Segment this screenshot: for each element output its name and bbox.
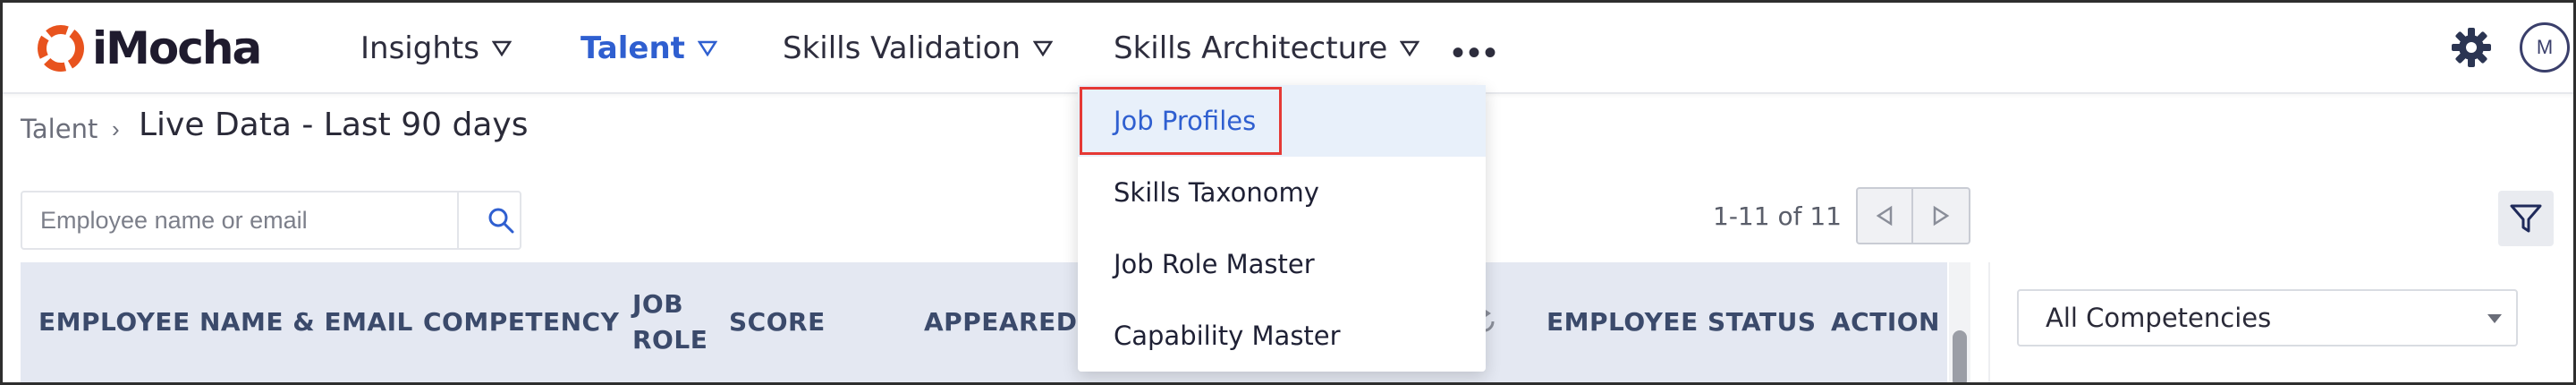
breadcrumb-separator: ›: [112, 116, 120, 142]
funnel-icon: [2510, 204, 2542, 233]
column-header-competency[interactable]: COMPETENCY: [423, 307, 619, 337]
menu-item-job-profiles[interactable]: Job Profiles: [1078, 85, 1486, 157]
pagination-summary: 1-11 of 11: [1713, 201, 1842, 231]
menu-item-label: Job Role Master: [1114, 249, 1315, 279]
search-icon[interactable]: [487, 207, 514, 234]
search-input[interactable]: [40, 192, 452, 248]
column-header-job[interactable]: JOB: [632, 289, 683, 319]
triangle-right-icon: [1933, 205, 1950, 227]
page-title: Live Data - Last 90 days: [139, 107, 529, 143]
competency-select-value: All Competencies: [2046, 303, 2272, 333]
column-header-action[interactable]: ACTION: [1831, 307, 1940, 337]
gear-icon[interactable]: [2450, 26, 2493, 69]
nav-skills-validation[interactable]: Skills Validation: [783, 28, 1054, 69]
menu-item-skills-taxonomy[interactable]: Skills Taxonomy: [1078, 157, 1486, 228]
column-header-score[interactable]: SCORE: [729, 307, 826, 337]
breadcrumb-parent[interactable]: Talent: [21, 114, 97, 144]
nav-insights-label: Insights: [360, 30, 479, 66]
column-header-employee-status[interactable]: EMPLOYEE STATUS: [1546, 307, 1817, 337]
competency-select[interactable]: All Competencies: [2017, 289, 2518, 346]
chevron-down-icon: [2487, 314, 2502, 323]
menu-item-capability-master[interactable]: Capability Master: [1078, 300, 1486, 372]
nav-skills-validation-label: Skills Validation: [783, 30, 1021, 66]
user-avatar[interactable]: M: [2520, 22, 2570, 73]
triangle-left-icon: [1876, 205, 1893, 227]
column-header-employee[interactable]: EMPLOYEE NAME & EMAIL: [38, 307, 413, 337]
next-page-button[interactable]: [1913, 187, 1970, 244]
table-scrollbar[interactable]: [1949, 262, 1970, 382]
scrollbar-thumb[interactable]: [1953, 330, 1967, 382]
column-header-role[interactable]: ROLE: [632, 325, 708, 355]
right-filter-panel: All Competencies: [1988, 262, 2573, 382]
brand-name: iMocha: [92, 22, 262, 74]
app-window: iMocha Insights Talent Skills Validation…: [0, 0, 2576, 385]
chevron-down-icon: [1400, 40, 1420, 56]
menu-item-label: Capability Master: [1114, 321, 1341, 351]
nav-skills-architecture[interactable]: Skills Architecture: [1114, 28, 1420, 69]
imocha-logo-icon: [38, 25, 84, 72]
top-nav-bar: iMocha Insights Talent Skills Validation…: [3, 3, 2573, 94]
search-divider: [457, 192, 459, 248]
chevron-down-icon: [697, 40, 717, 56]
menu-item-job-role-master[interactable]: Job Role Master: [1078, 228, 1486, 300]
nav-talent[interactable]: Talent: [580, 28, 717, 69]
filter-button[interactable]: [2498, 191, 2554, 246]
table-header: EMPLOYEE NAME & EMAIL COMPETENCY JOB ROL…: [21, 262, 1947, 382]
nav-skills-architecture-label: Skills Architecture: [1114, 30, 1388, 66]
chevron-down-icon: [491, 40, 512, 56]
nav-talent-label: Talent: [580, 30, 685, 66]
chevron-down-icon: [1033, 40, 1054, 56]
more-menu-button[interactable]: •••: [1452, 33, 1500, 73]
search-box: [21, 191, 521, 250]
nav-insights[interactable]: Insights: [360, 28, 512, 69]
brand-logo[interactable]: iMocha: [33, 21, 262, 76]
previous-page-button[interactable]: [1856, 187, 1913, 244]
skills-architecture-dropdown: Job Profiles Skills Taxonomy Job Role Ma…: [1078, 85, 1486, 372]
menu-item-label: Skills Taxonomy: [1114, 177, 1319, 208]
selection-highlight-box: [1080, 87, 1282, 155]
